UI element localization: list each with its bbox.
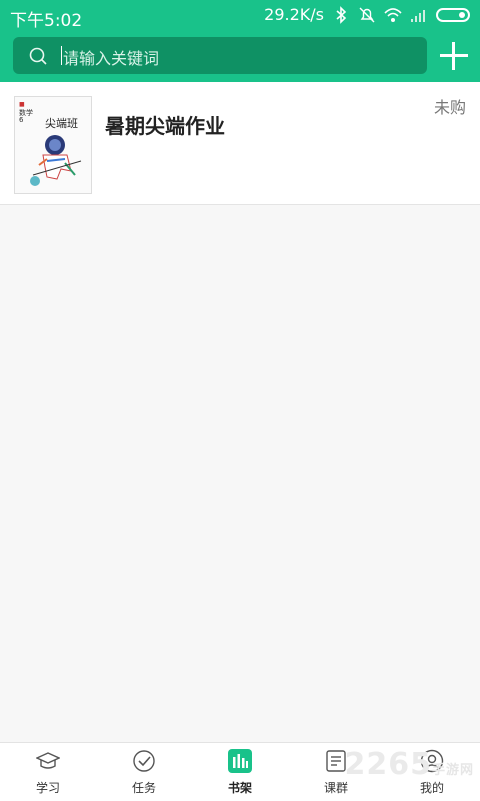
bluetooth-icon bbox=[336, 5, 347, 24]
cover-title: 尖端班 bbox=[45, 117, 78, 130]
tab-tasks-label: 任务 bbox=[131, 781, 156, 795]
tab-study-label: 学习 bbox=[35, 781, 60, 795]
text-cursor bbox=[61, 46, 62, 65]
astronaut-illustration bbox=[30, 135, 82, 186]
graduation-cap-icon bbox=[36, 752, 60, 769]
book-title: 暑期尖端作业 bbox=[105, 114, 225, 138]
add-button[interactable] bbox=[440, 42, 468, 70]
search-placeholder: 请输入关键词 bbox=[63, 49, 160, 68]
book-cover: ■ 数学 6 尖端班 bbox=[14, 96, 92, 194]
tab-study[interactable]: 学习 bbox=[0, 743, 96, 801]
wifi-icon bbox=[384, 7, 402, 22]
purchase-status: 未购 bbox=[433, 98, 466, 117]
tab-bookshelf-label: 书架 bbox=[227, 781, 252, 795]
watermark: 2265手游网 bbox=[344, 747, 474, 782]
search-input[interactable]: 请输入关键词 bbox=[13, 37, 427, 74]
check-circle-icon bbox=[133, 750, 155, 772]
cover-brand-mark: ■ bbox=[19, 101, 25, 108]
bell-muted-icon bbox=[359, 7, 375, 22]
book-list-item[interactable]: ■ 数学 6 尖端班 暑期尖端作业 未购 bbox=[0, 82, 480, 205]
status-right: 29.2K/s bbox=[264, 5, 470, 24]
network-speed: 29.2K/s bbox=[264, 5, 324, 24]
tab-tasks[interactable]: 任务 bbox=[96, 743, 192, 801]
app-header: 下午5:02 29.2K/s 请输入关键词 bbox=[0, 0, 480, 82]
battery-icon bbox=[436, 7, 470, 22]
cover-subject: 数学 6 bbox=[19, 109, 33, 124]
status-bar: 下午5:02 29.2K/s bbox=[0, 0, 480, 32]
signal-icon bbox=[411, 9, 425, 22]
tab-bookshelf[interactable]: 书架 bbox=[192, 743, 288, 801]
status-time: 下午5:02 bbox=[10, 11, 83, 31]
bookshelf-icon bbox=[228, 749, 252, 773]
search-icon bbox=[29, 47, 47, 65]
